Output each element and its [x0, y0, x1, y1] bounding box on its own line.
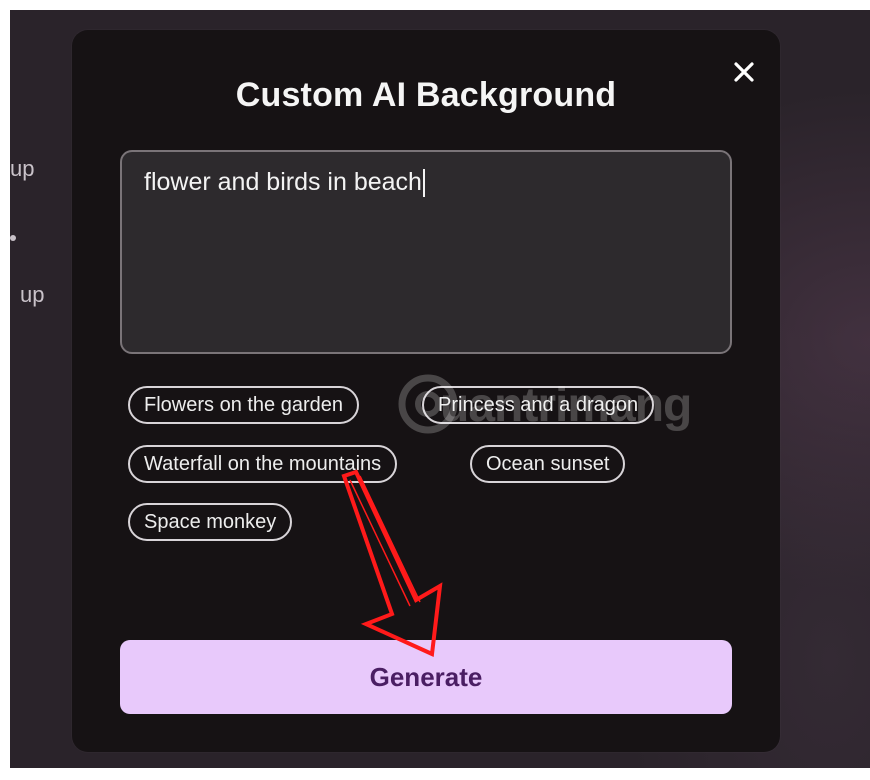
suggestion-chip-ocean-sunset[interactable]: Ocean sunset [470, 445, 626, 483]
close-icon [734, 62, 754, 82]
generate-button[interactable]: Generate [120, 640, 732, 714]
suggestion-chip-princess-and-a-dragon[interactable]: Princess and a dragon [422, 386, 655, 424]
background-text-3: up [20, 282, 45, 307]
background-text-2 [10, 228, 20, 248]
close-button[interactable] [722, 50, 766, 94]
suggestion-chip-waterfall-on-the-mountains[interactable]: Waterfall on the mountains [128, 445, 398, 483]
prompt-input[interactable]: flower and birds in beach [120, 150, 732, 354]
background-text-1: up [10, 156, 35, 181]
generate-button-label: Generate [369, 661, 483, 692]
dialog-title: Custom AI Background [235, 76, 617, 114]
background-dot-icon [10, 235, 16, 241]
suggestion-chip-flowers-on-the-garden[interactable]: Flowers on the garden [128, 386, 360, 424]
text-caret [422, 169, 425, 198]
prompt-input-value: flower and birds in beach [144, 168, 422, 196]
custom-ai-background-dialog: Custom AI Background flower and birds in… [72, 30, 780, 752]
suggestion-chip-space-monkey[interactable]: Space monkey [128, 503, 293, 541]
